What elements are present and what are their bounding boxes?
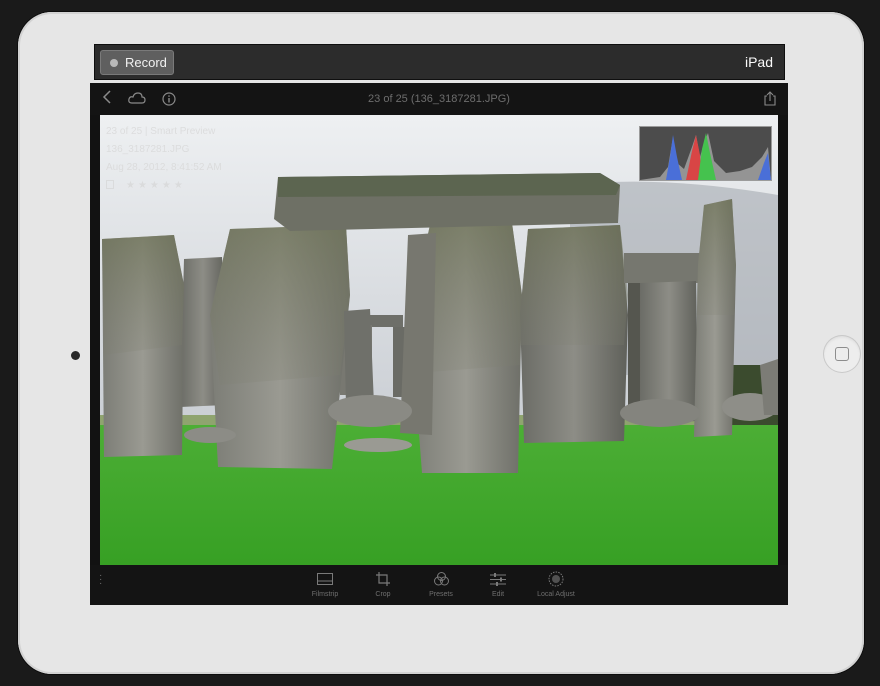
photo-title: 23 of 25 (136_3187281.JPG) [368,93,510,105]
toolbar-filmstrip[interactable]: Filmstrip [295,571,355,598]
presets-icon [411,571,471,587]
toolbar-filmstrip-label: Filmstrip [311,591,339,598]
crop-icon [353,571,413,587]
sliders-icon [468,571,528,587]
home-button[interactable] [823,335,861,373]
toolbar-crop-label: Crop [375,591,391,598]
bottom-toolbar: · · · Filmstrip Crop Presets Edit Local … [90,565,788,605]
front-camera [71,351,80,360]
filmstrip-icon [295,571,355,587]
record-label: Record [125,55,167,70]
home-square-icon [835,347,849,361]
recording-bar: Record iPad [94,44,785,80]
photo-view[interactable]: 23 of 25 | Smart Preview 136_3187281.JPG… [100,115,778,565]
photo-date-text: Aug 28, 2012, 8:41:52 AM [106,162,222,173]
rating-row: ★★★★★ [106,177,222,195]
photo-position-text: 23 of 25 | Smart Preview [106,126,216,137]
local-adjust-icon [526,571,586,587]
star-rating[interactable]: ★★★★★ [126,180,186,191]
photo-filename-text: 136_3187281.JPG [106,144,190,155]
toolbar-presets[interactable]: Presets [411,571,471,598]
toolbar-crop[interactable]: Crop [353,571,413,598]
record-dot-icon [110,58,118,67]
more-options-icon[interactable]: · · · [99,571,102,589]
device-label: iPad [744,54,773,70]
toolbar-edit[interactable]: Edit [468,571,528,598]
toolbar-presets-label: Presets [429,591,453,598]
histogram [639,126,772,181]
photo-info-overlay: 23 of 25 | Smart Preview 136_3187281.JPG… [106,123,222,195]
top-bar: 23 of 25 (136_3187281.JPG) [90,83,788,115]
app-screen: 23 of 25 (136_3187281.JPG) 23 of 25 | Sm… [90,83,788,605]
toolbar-edit-label: Edit [491,591,505,598]
share-icon[interactable] [764,91,776,109]
toolbar-local-adjust[interactable]: Local Adjust [526,571,586,598]
toolbar-local-adjust-label: Local Adjust [537,591,575,598]
record-button[interactable]: Record [100,50,174,75]
flag-icon[interactable] [106,180,114,189]
